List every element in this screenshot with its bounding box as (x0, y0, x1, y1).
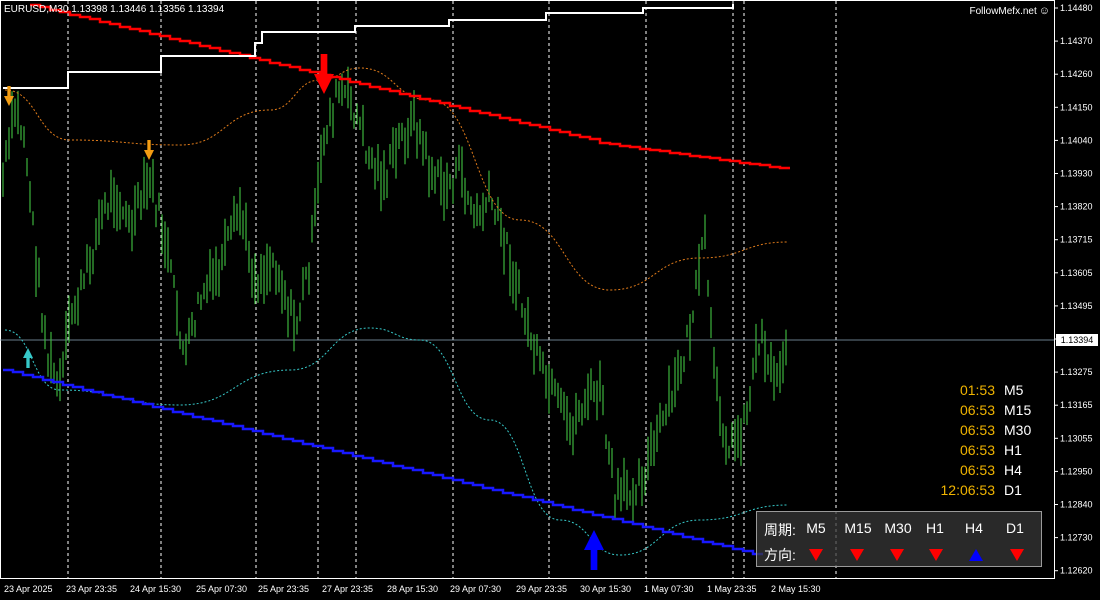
time-axis-label: 29 Apr 07:30 (450, 584, 501, 594)
trend-direction-panel: 周期: 方向: M5 M15 M30 H1 H4 D1 (756, 511, 1042, 567)
price-axis-label: 1.14370 (1060, 36, 1093, 46)
timer-row: 06:53 M15 (928, 400, 1044, 420)
panel-tf-d1: D1 (1006, 520, 1024, 536)
timer-row: 06:53 H4 (928, 460, 1044, 480)
time-axis-label: 30 Apr 15:30 (580, 584, 631, 594)
time-axis-label: 23 Apr 23:35 (66, 584, 117, 594)
panel-tf-m5: M5 (806, 520, 826, 536)
time-axis-label: 23 Apr 2025 (4, 584, 53, 594)
lower-dotted-band (4, 327, 789, 556)
time-axis-label: 27 Apr 23:35 (322, 584, 373, 594)
price-axis-label: 1.14040 (1060, 135, 1093, 145)
price-axis-label: 1.13930 (1060, 169, 1093, 179)
time-axis-label: 1 May 07:30 (644, 584, 694, 594)
smiley-icon: ☺ (1038, 5, 1050, 17)
sell-signal-icon (144, 140, 154, 160)
brand-text: FollowMefx.net (969, 6, 1037, 17)
time-axis-label: 28 Apr 15:30 (387, 584, 438, 594)
price-axis-label: 1.14150 (1060, 102, 1093, 112)
price-axis-label: 1.13495 (1060, 301, 1093, 311)
direction-label: 方向: (764, 547, 796, 563)
symbol-header: EURUSD,M30 1.13398 1.13446 1.13356 1.133… (4, 4, 225, 15)
timer-time: 01:53 (959, 382, 995, 398)
trend-arrow-m30-icon (890, 548, 904, 564)
trend-arrow-m5-icon (809, 548, 823, 564)
price-axis-label: 1.13605 (1060, 268, 1093, 278)
panel-tf-m15: M15 (844, 520, 872, 536)
price-axis-label: 1.13715 (1060, 235, 1093, 245)
strong-sell-signal-icon (314, 54, 334, 94)
price-axis-label: 1.13820 (1060, 202, 1093, 212)
timer-time: 06:53 (959, 422, 995, 438)
price-chart[interactable]: 1.14480 1.14370 1.14260 1.14150 1.14040 1.139… (0, 0, 1100, 600)
timer-row: 12:06:53 D1 (928, 480, 1044, 500)
current-price-label: 1.13394 (1056, 334, 1098, 346)
timer-tf: M5 (1004, 382, 1024, 398)
brand-label: FollowMefx.net ☺ (970, 5, 1050, 17)
timer-time: 06:53 (959, 442, 995, 458)
buy-signal-icon (23, 348, 33, 368)
upper-dotted-band (4, 67, 789, 291)
trend-arrow-d1-icon (1010, 548, 1024, 564)
price-axis-label: 1.12950 (1060, 466, 1093, 476)
trend-arrow-h1-icon (929, 548, 943, 564)
price-axis-label: 1.12840 (1060, 500, 1093, 510)
timer-tf: M30 (1004, 422, 1032, 438)
timer-tf: H1 (1004, 442, 1022, 458)
lower-step-line (3, 368, 763, 556)
time-axis-label: 2 May 15:30 (771, 584, 821, 594)
price-axis-label: 1.13055 (1060, 433, 1093, 443)
time-axis-label: 25 Apr 07:30 (196, 584, 247, 594)
timer-tf: D1 (1004, 482, 1022, 498)
time-axis-label: 24 Apr 15:30 (130, 584, 181, 594)
panel-tf-h4: H4 (965, 520, 983, 536)
price-axis-label: 1.12620 (1060, 566, 1093, 576)
plot-frame (0, 0, 1055, 579)
timer-row: 06:53 H1 (928, 440, 1044, 460)
strong-buy-signal-icon (584, 530, 604, 570)
candle-timers: 01:53 M5 06:53 M15 06:53 M30 06:53 H1 06:53 H… (928, 380, 1044, 500)
timer-time: 06:53 (959, 402, 995, 418)
timer-tf: M15 (1004, 402, 1032, 418)
time-axis-label: 25 Apr 23:35 (258, 584, 309, 594)
trend-arrow-m15-icon (850, 548, 864, 564)
price-axis-label: 1.12730 (1060, 533, 1093, 543)
time-axis-label: 29 Apr 23:35 (516, 584, 567, 594)
price-axis-label: 1.13275 (1060, 367, 1093, 377)
panel-tf-m30: M30 (884, 520, 912, 536)
timer-row: 01:53 M5 (928, 380, 1044, 400)
timer-tf: H4 (1004, 462, 1022, 478)
price-axis-label: 1.14480 (1060, 3, 1093, 13)
timer-row: 06:53 M30 (928, 420, 1044, 440)
trend-arrow-h4-icon (969, 548, 983, 564)
timer-time: 12:06:53 (940, 482, 996, 498)
top-step-line (3, 4, 734, 89)
price-axis-label: 1.14260 (1060, 69, 1093, 79)
panel-tf-h1: H1 (926, 520, 944, 536)
time-axis-label: 1 May 23:35 (707, 584, 757, 594)
period-label: 周期: (764, 522, 796, 538)
price-axis-label: 1.13165 (1060, 400, 1093, 410)
timer-time: 06:53 (959, 462, 995, 478)
